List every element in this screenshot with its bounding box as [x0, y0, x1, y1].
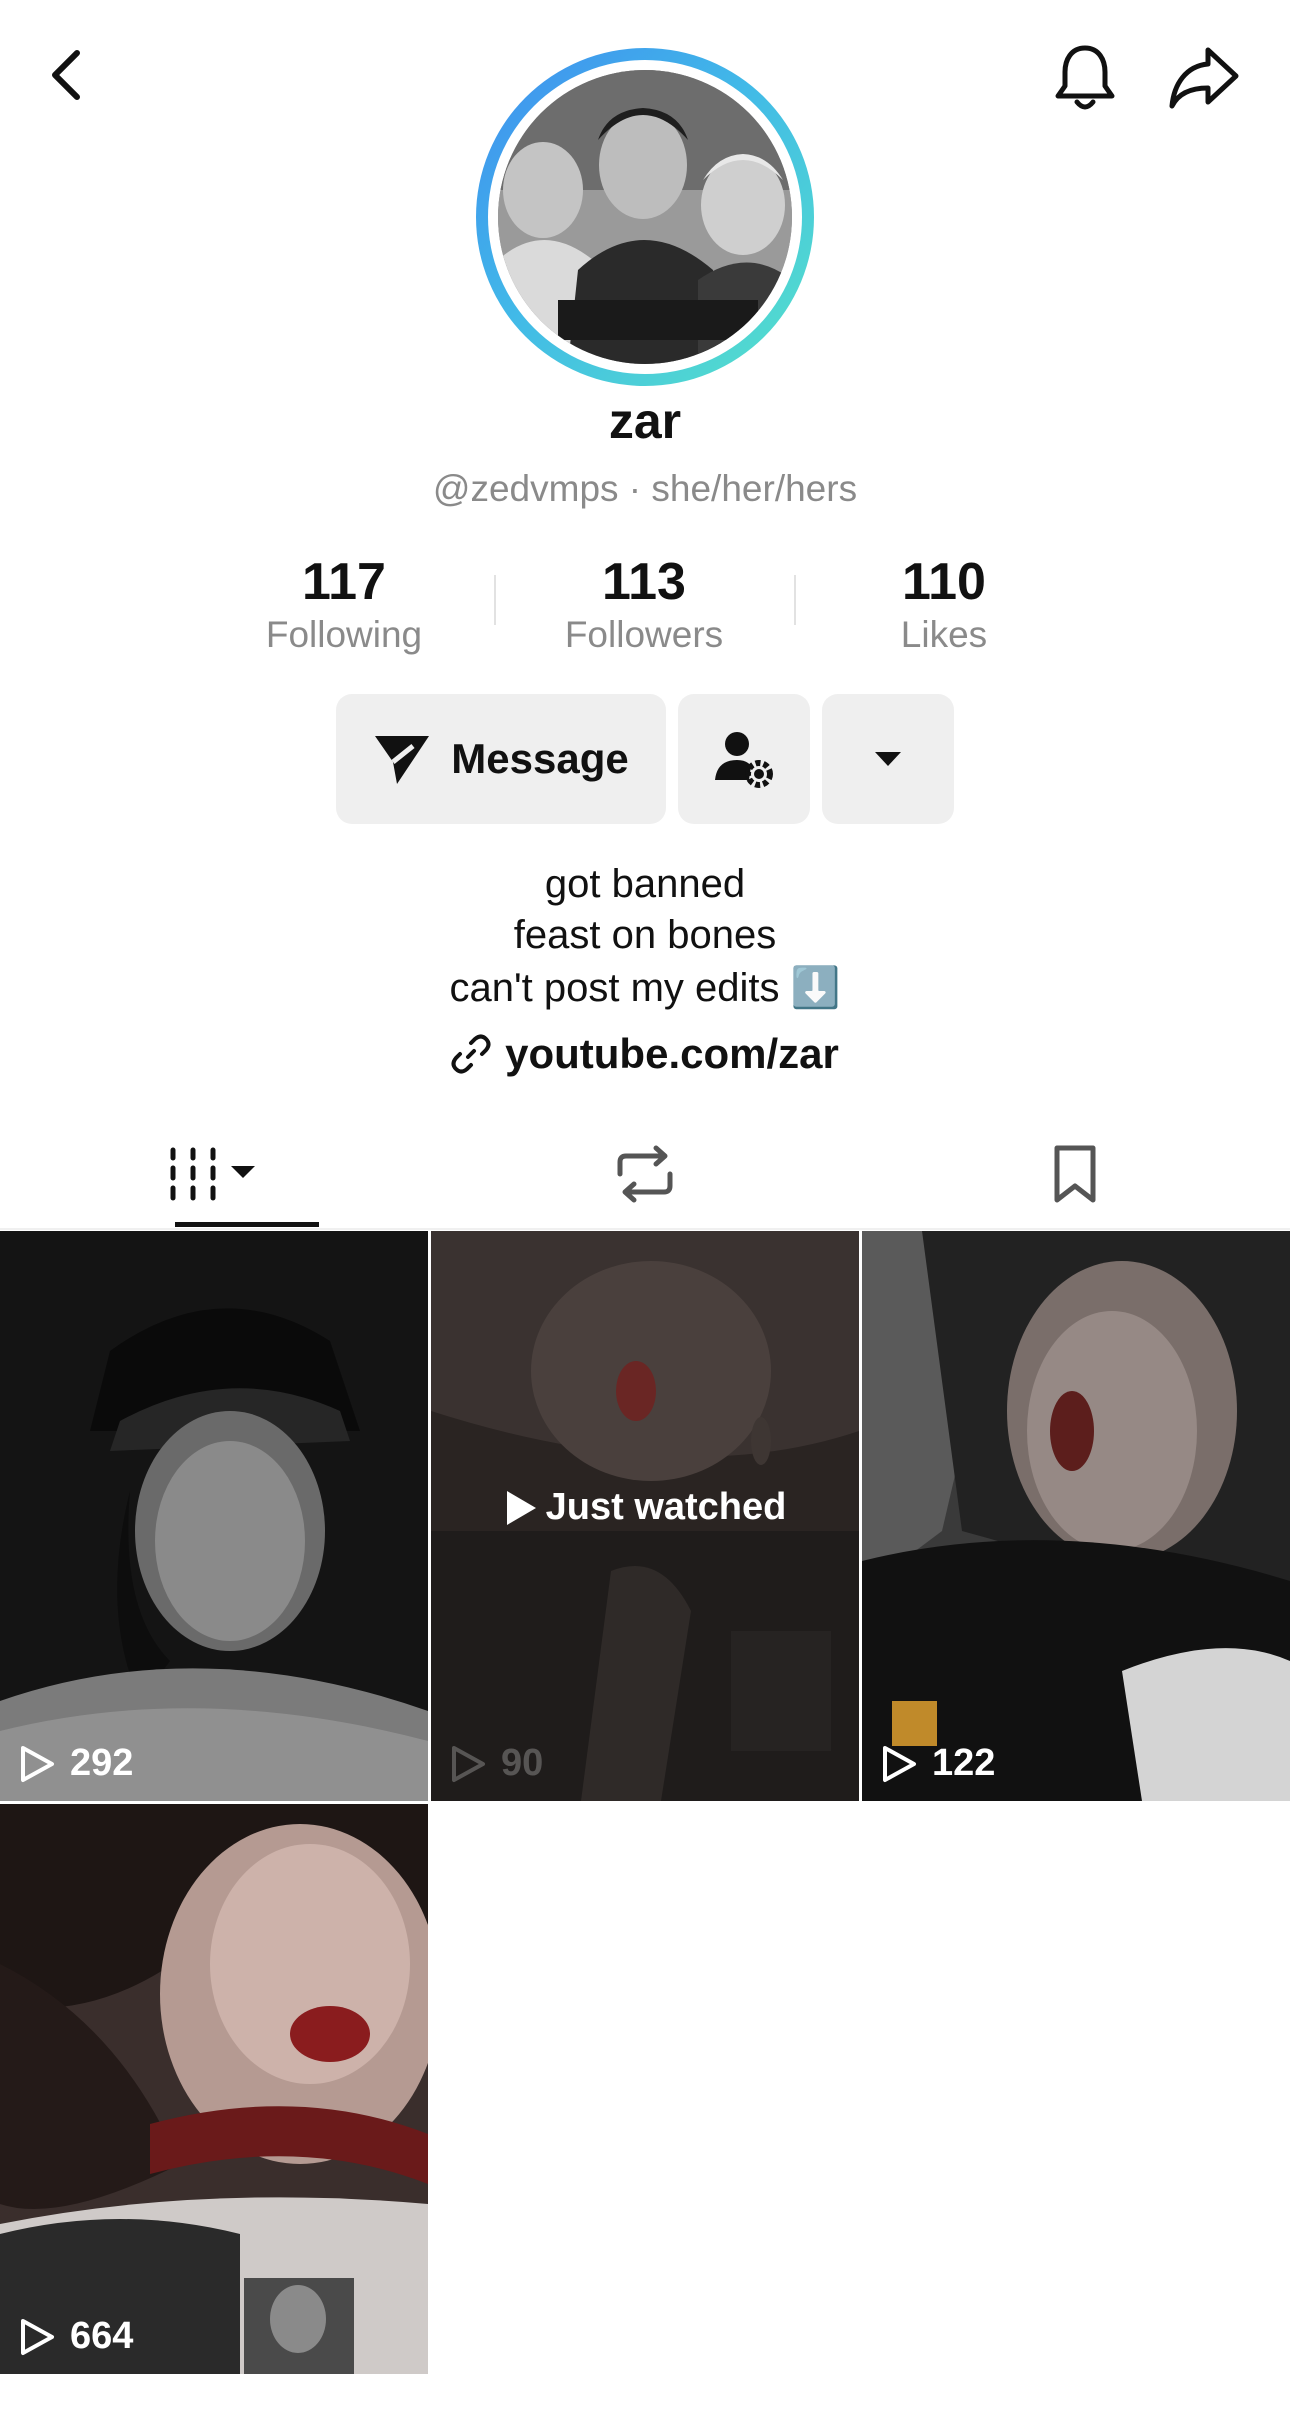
profile-link-text: youtube.com/zar	[505, 1030, 839, 1077]
user-settings-icon	[715, 732, 773, 788]
following-count: 117	[302, 553, 386, 611]
play-outline-icon	[21, 1745, 54, 1782]
video-thumbnail[interactable]: Just watched 90	[431, 1231, 859, 1801]
back-button[interactable]	[30, 40, 100, 110]
link-icon	[451, 1034, 491, 1074]
send-icon	[375, 736, 430, 784]
profile-handle-pronouns: @zedvmps · she/her/hers	[432, 468, 858, 509]
bio-line: can't post my edits ⬇️	[449, 966, 841, 1010]
bio-line: feast on bones	[513, 913, 777, 957]
videos-grid-icon	[170, 1147, 255, 1201]
tab-videos[interactable]	[0, 1120, 430, 1228]
likes-label: Likes	[900, 614, 988, 655]
avatar-story-ring[interactable]	[476, 48, 814, 386]
notifications-button[interactable]	[1045, 38, 1125, 118]
message-button-label: Message	[451, 735, 629, 782]
view-count: 90	[449, 1742, 543, 1785]
view-count-label: 122	[932, 1742, 996, 1784]
view-count-label: 90	[501, 1742, 544, 1784]
tab-reposts[interactable]	[430, 1120, 860, 1228]
avatar	[498, 70, 792, 364]
caret-down-icon	[875, 752, 901, 766]
bio-line: got banned	[544, 862, 746, 906]
play-outline-icon	[21, 2318, 54, 2355]
video-thumbnail[interactable]: 292	[0, 1231, 428, 1801]
just-watched-label: Just watched	[545, 1486, 787, 1528]
repost-icon	[617, 1145, 673, 1203]
following-label: Following	[265, 614, 423, 655]
followers-count: 113	[602, 553, 686, 611]
view-count: 122	[880, 1742, 995, 1785]
likes-count: 110	[902, 553, 986, 611]
play-outline-icon	[452, 1745, 485, 1782]
view-count: 292	[18, 1742, 133, 1785]
view-count: 664	[18, 2315, 133, 2358]
bookmark-icon	[1054, 1145, 1096, 1203]
message-button[interactable]: Message	[336, 694, 666, 824]
tab-saved[interactable]	[860, 1120, 1290, 1228]
share-arrow-icon	[1169, 47, 1239, 109]
bell-icon	[1055, 45, 1115, 110]
share-button[interactable]	[1160, 38, 1248, 118]
video-thumbnail[interactable]: 664	[0, 1804, 428, 2374]
play-filled-icon	[506, 1490, 536, 1525]
profile-link[interactable]: youtube.com/zar	[0, 1030, 1290, 1078]
active-tab-indicator	[175, 1222, 319, 1227]
play-outline-icon	[883, 1745, 916, 1782]
profile-name: zar	[608, 393, 682, 449]
just-watched-overlay: Just watched	[431, 1486, 859, 1529]
friend-settings-button[interactable]	[678, 694, 810, 824]
stat-likes[interactable]: 110 Likes	[794, 552, 1094, 658]
followers-label: Followers	[564, 614, 724, 655]
more-options-button[interactable]	[822, 694, 954, 824]
chevron-left-icon	[52, 50, 80, 100]
stat-followers[interactable]: 113 Followers	[494, 552, 794, 658]
tab-divider	[0, 1228, 1290, 1230]
view-count-label: 292	[70, 1742, 134, 1784]
stat-following[interactable]: 117 Following	[194, 552, 494, 658]
video-thumbnail[interactable]: 122	[862, 1231, 1290, 1801]
view-count-label: 664	[70, 2315, 134, 2357]
